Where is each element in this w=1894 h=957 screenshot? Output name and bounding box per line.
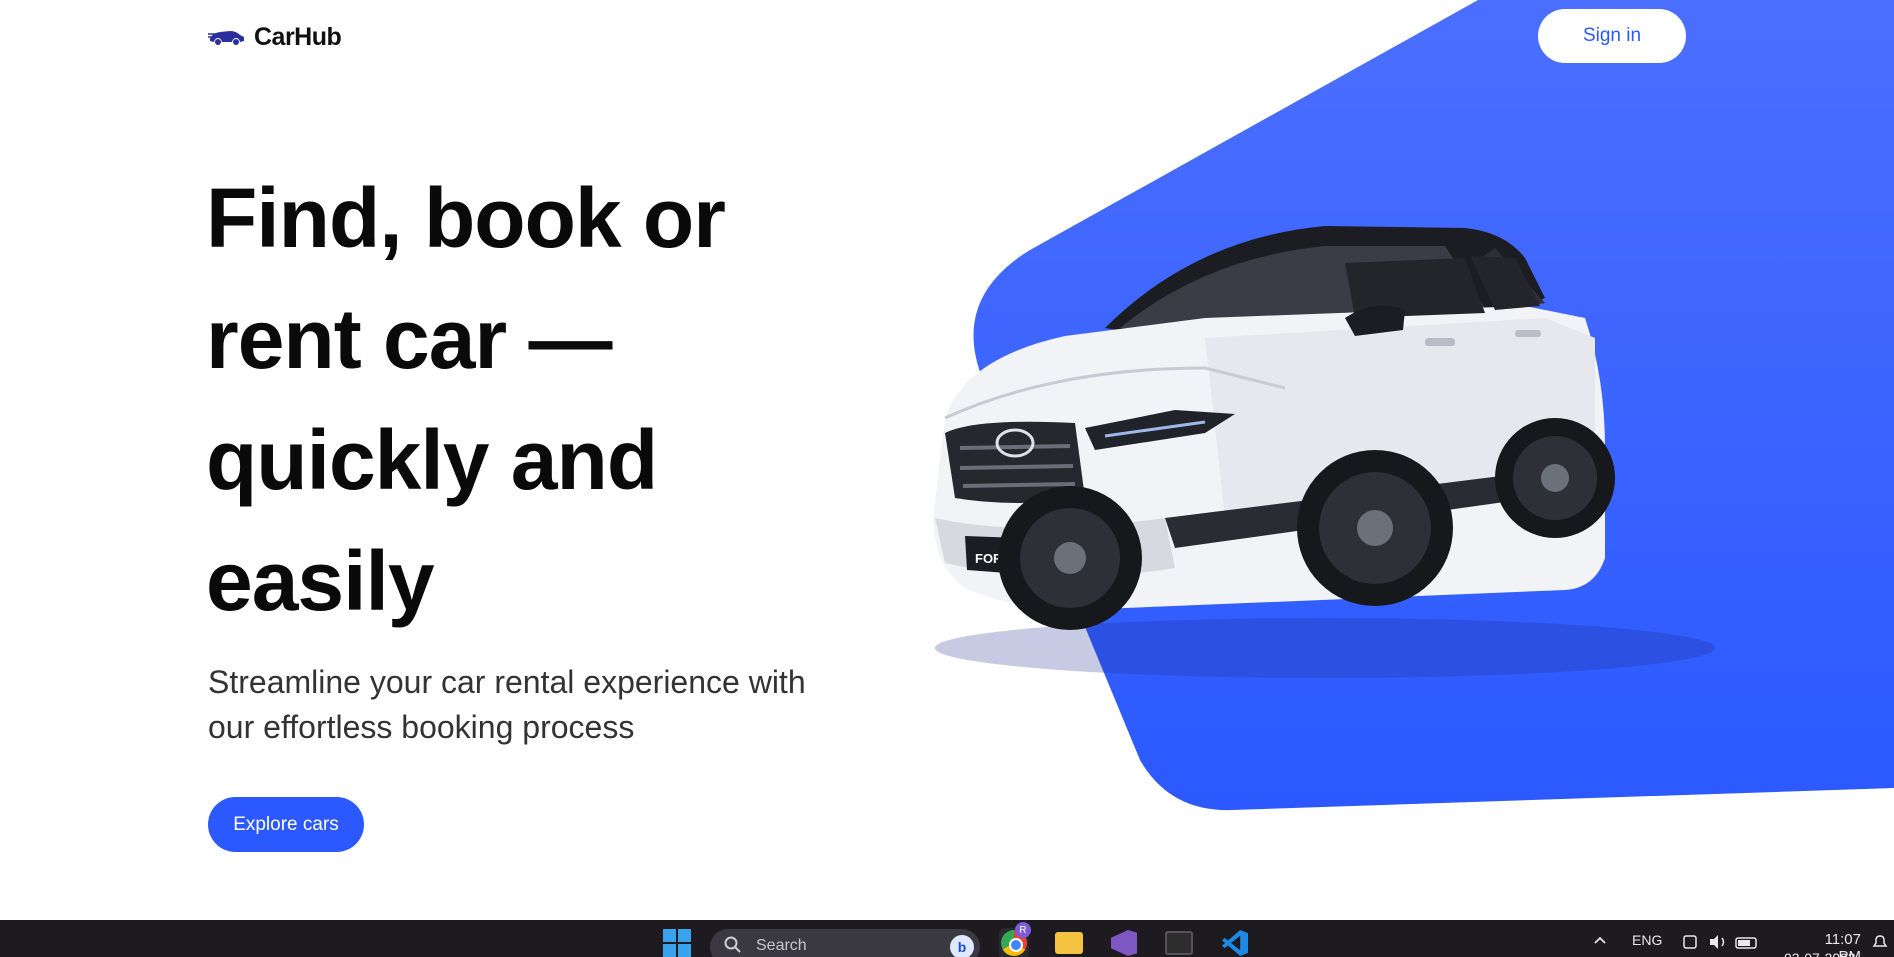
chrome-profile-badge: R [1015,922,1031,938]
os-taskbar: Search b R ENG 11:07 PM 03-07-2023 [0,920,1894,957]
terminal-icon[interactable] [1164,928,1194,957]
white-suv-car-image: FORTUNER [933,226,1715,678]
volume-icon [1710,935,1718,949]
chevron-up-icon[interactable] [1590,930,1610,950]
sign-in-button[interactable]: Sign in [1538,9,1686,63]
windows-start-icon[interactable] [663,929,691,957]
visual-studio-icon[interactable] [1109,928,1139,957]
file-explorer-icon[interactable] [1054,928,1084,957]
hero-title: Find, book or rent car — quickly and eas… [206,171,726,628]
notification-icon[interactable] [1870,932,1890,952]
clock-date[interactable]: 03-07-2023 [1784,950,1856,957]
network-icon [1683,935,1697,949]
language-indicator[interactable]: ENG [1632,932,1662,948]
hero-subtitle: Streamline your car rental experience wi… [208,664,806,745]
brand-name: CarHub [254,22,342,51]
taskbar-search-input[interactable]: Search b [710,929,980,957]
search-placeholder: Search [756,937,807,954]
navbar: CarHub Sign in [0,0,1894,72]
vscode-icon[interactable] [1220,928,1250,957]
bing-icon[interactable]: b [950,935,974,957]
car-logo-icon [208,31,244,45]
explore-cars-button[interactable]: Explore cars [208,797,364,852]
search-icon [724,936,741,953]
brand-logo[interactable]: CarHub [208,20,342,54]
system-tray-icons[interactable] [1682,932,1760,952]
